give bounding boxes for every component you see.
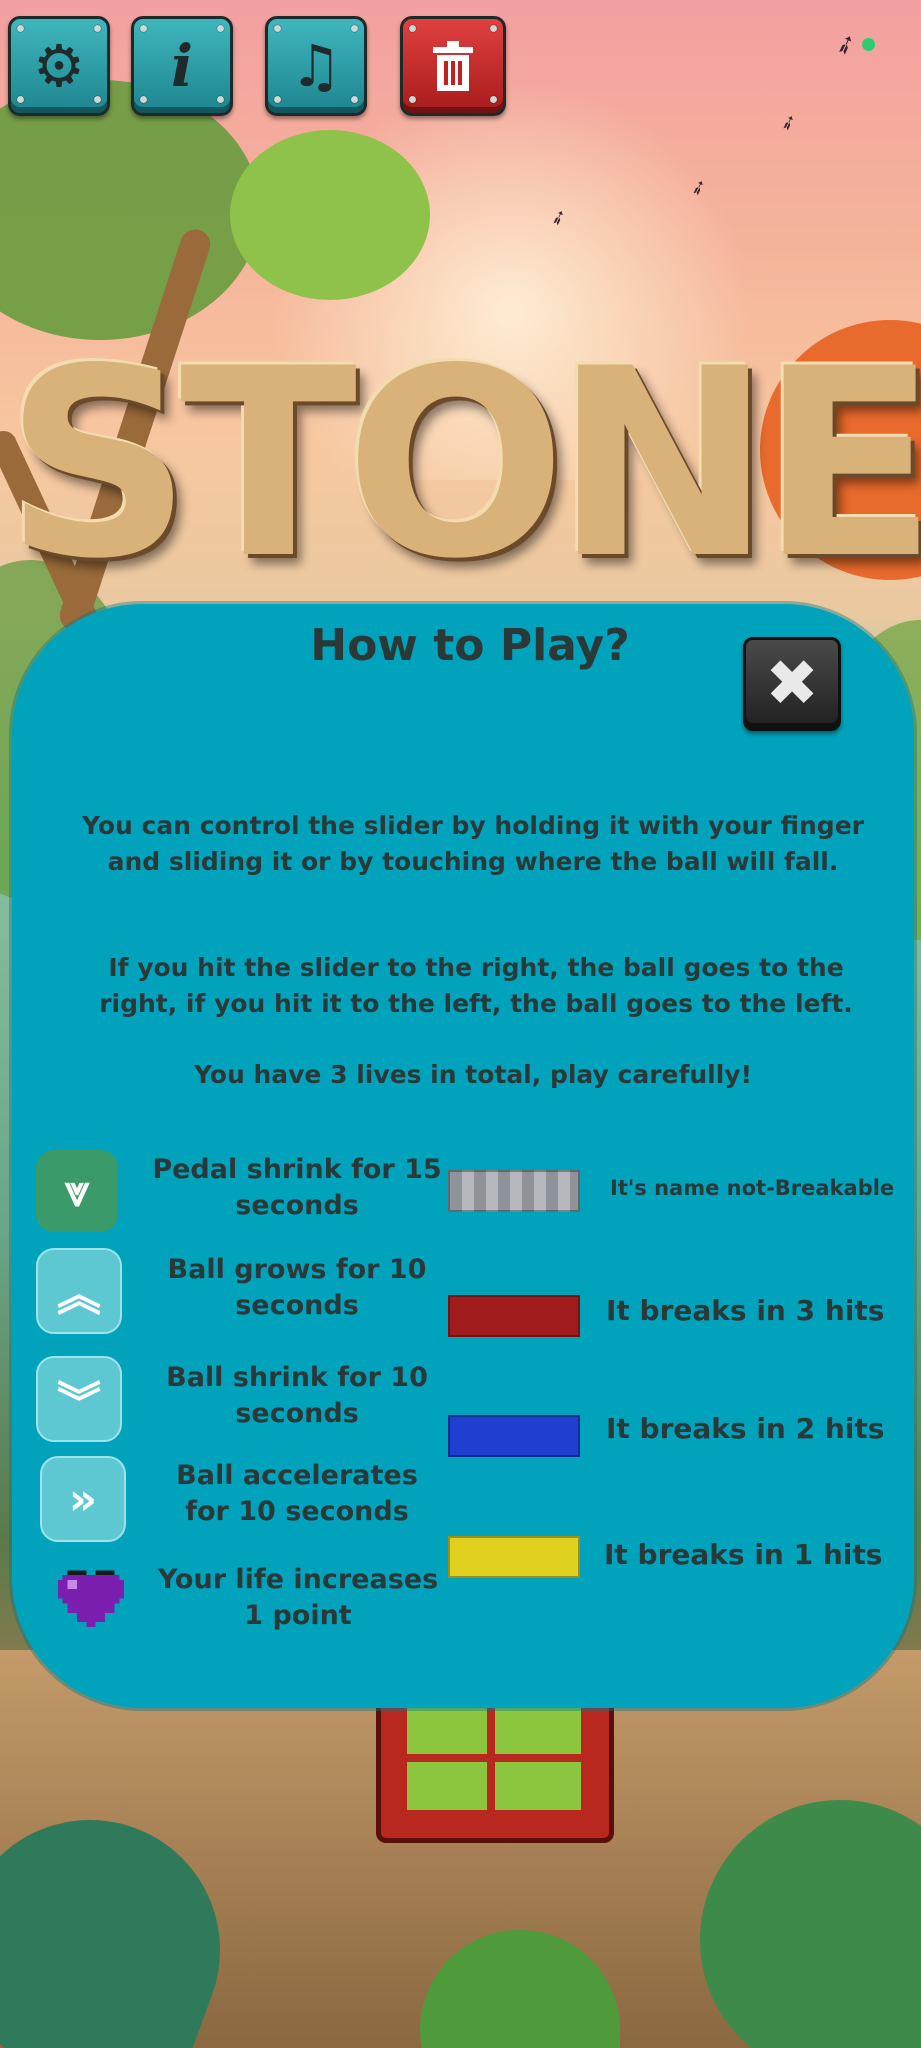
ball-shrink-powerup-icon: ︾ [36,1356,122,1442]
gear-icon: ⚙ [33,32,85,100]
bird-silhouette: ➶ [830,27,862,63]
brick-red [448,1295,580,1337]
music-note-icon: ♫ [290,32,342,100]
close-icon: ✖ [765,647,819,721]
powerup-description: Ball shrink for 10 seconds [166,1362,428,1429]
heart-icon [58,1570,124,1627]
info-icon: i [170,32,194,100]
powerup-description: Pedal shrink for 15 seconds [152,1154,442,1221]
shrink-paddle-powerup-icon: ⩔ [36,1150,118,1232]
status-indicator [862,38,875,51]
brick-description: It breaks in 2 hits [606,1412,885,1445]
brick-description: It breaks in 3 hits [606,1294,885,1327]
ball-accelerate-powerup-icon: » [40,1456,126,1542]
powerup-description: Ball accelerates for 10 seconds [176,1460,418,1527]
delete-button[interactable] [400,16,506,116]
powerup-description: Your life increases 1 point [157,1564,439,1631]
tree-foliage [0,80,260,340]
settings-button[interactable]: ⚙ [8,16,110,116]
brick-blue [448,1415,580,1457]
brick-description: It breaks in 1 hits [604,1538,883,1571]
info-button[interactable]: i [131,16,233,116]
game-logo: STONE [4,314,921,616]
powerup-description: Ball grows for 10 seconds [167,1254,427,1321]
brick-yellow [448,1536,580,1578]
instruction-paragraph: If you hit the slider to the right, the … [99,953,853,1018]
close-button[interactable]: ✖ [743,637,841,731]
brick-unbreakable [448,1170,580,1212]
music-button[interactable]: ♫ [265,16,367,116]
dialog-title: How to Play? [310,620,630,671]
instruction-paragraph: You can control the slider by holding it… [82,811,864,876]
ball-grow-powerup-icon: ︽ [36,1248,122,1334]
game-block [376,1706,614,1843]
trash-icon [433,41,473,91]
bird-silhouette: ➶ [776,107,801,137]
tree-foliage [230,130,430,300]
brick-description: It's name not-Breakable [610,1176,895,1200]
instruction-paragraph: You have 3 lives in total, play carefull… [193,1060,753,1089]
